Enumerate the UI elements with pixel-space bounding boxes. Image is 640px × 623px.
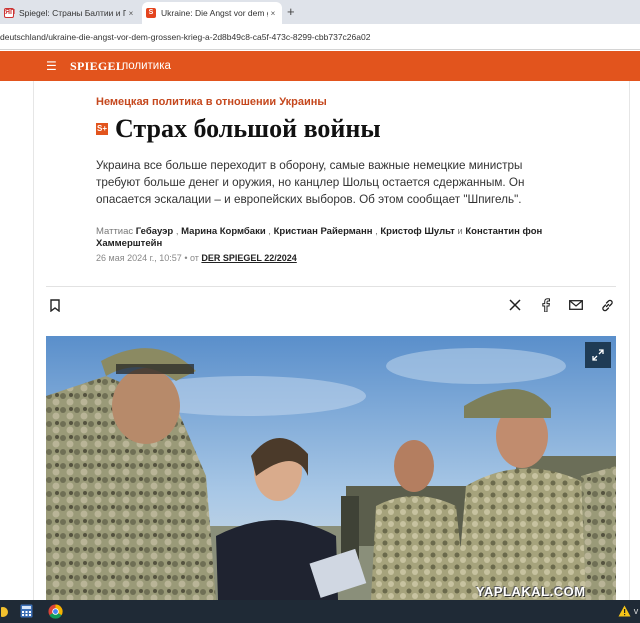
os-taskbar: v bbox=[0, 600, 640, 623]
yaplakal-favicon: ЯП bbox=[4, 8, 16, 18]
author-separator: , bbox=[173, 226, 182, 237]
source-link[interactable]: DER SPIEGEL 22/2024 bbox=[201, 253, 296, 263]
byline: Маттиас Гебауэр , Марина Кормбаки , Крис… bbox=[96, 226, 546, 250]
author-link[interactable]: Кристиан Райерманн bbox=[274, 226, 373, 237]
browser-tab-1[interactable]: ЯП Spiegel: Страны Балтии и Поль × bbox=[0, 2, 140, 24]
facebook-icon[interactable] bbox=[538, 297, 554, 313]
tray-overflow-icon[interactable]: v bbox=[632, 605, 640, 617]
author-link[interactable]: Марина Кормбаки bbox=[181, 226, 266, 237]
meta-separator: • от bbox=[181, 253, 202, 263]
article-meta: 26 мая 2024 г., 10:57 • от DER SPIEGEL 2… bbox=[96, 253, 297, 263]
author-conjunction: и bbox=[454, 226, 466, 237]
article-photo[interactable] bbox=[46, 336, 616, 600]
article-kicker: Немецкая политика в отношении Украины bbox=[96, 96, 327, 108]
new-tab-button[interactable]: + bbox=[287, 4, 295, 20]
chrome-icon[interactable] bbox=[47, 603, 63, 619]
author-link[interactable]: Гебауэр bbox=[136, 226, 173, 237]
spiegel-logo[interactable]: SPIEGEL bbox=[70, 59, 124, 74]
spiegel-favicon: S bbox=[146, 8, 156, 18]
article-date: 26 мая 2024 г., 10:57 bbox=[96, 253, 182, 263]
author-link[interactable]: Кристоф Шульт bbox=[380, 226, 454, 237]
expand-icon[interactable] bbox=[585, 342, 611, 368]
share-divider bbox=[46, 286, 616, 287]
author-separator: , bbox=[265, 226, 274, 237]
site-header: ☰ SPIEGEL политика bbox=[0, 51, 640, 81]
mail-icon[interactable] bbox=[568, 297, 584, 313]
close-tab-icon[interactable]: × bbox=[126, 9, 136, 18]
tab-title: Spiegel: Страны Балтии и Поль bbox=[19, 8, 126, 18]
taskbar-app-icon[interactable] bbox=[0, 604, 10, 619]
watermark-text: YAPLAKAL.COM bbox=[476, 584, 586, 599]
tab-title: Ukraine: Die Angst vor dem gro bbox=[161, 8, 268, 18]
link-icon[interactable] bbox=[599, 297, 615, 313]
byline-prefix: Маттиас bbox=[96, 226, 136, 237]
x-icon[interactable] bbox=[507, 297, 523, 313]
browser-tab-bar: ЯП Spiegel: Страны Балтии и Поль × S Ukr… bbox=[0, 0, 640, 24]
browser-tab-2[interactable]: S Ukraine: Die Angst vor dem gro × bbox=[142, 2, 282, 24]
section-link[interactable]: политика bbox=[122, 60, 171, 72]
spiegel-plus-badge: S+ bbox=[96, 123, 108, 135]
address-bar[interactable]: deutschland/ukraine-die-angst-vor-dem-gr… bbox=[0, 24, 640, 50]
url-text[interactable]: deutschland/ukraine-die-angst-vor-dem-gr… bbox=[0, 32, 370, 42]
bookmark-icon[interactable] bbox=[47, 297, 63, 313]
warning-icon[interactable] bbox=[617, 604, 631, 618]
menu-icon[interactable]: ☰ bbox=[46, 60, 57, 72]
close-tab-icon[interactable]: × bbox=[268, 9, 278, 18]
article-lead: Украина все больше переходит в оборону, … bbox=[96, 159, 525, 206]
calculator-icon[interactable] bbox=[18, 603, 34, 619]
article-title: Страх большой войны bbox=[115, 114, 381, 143]
